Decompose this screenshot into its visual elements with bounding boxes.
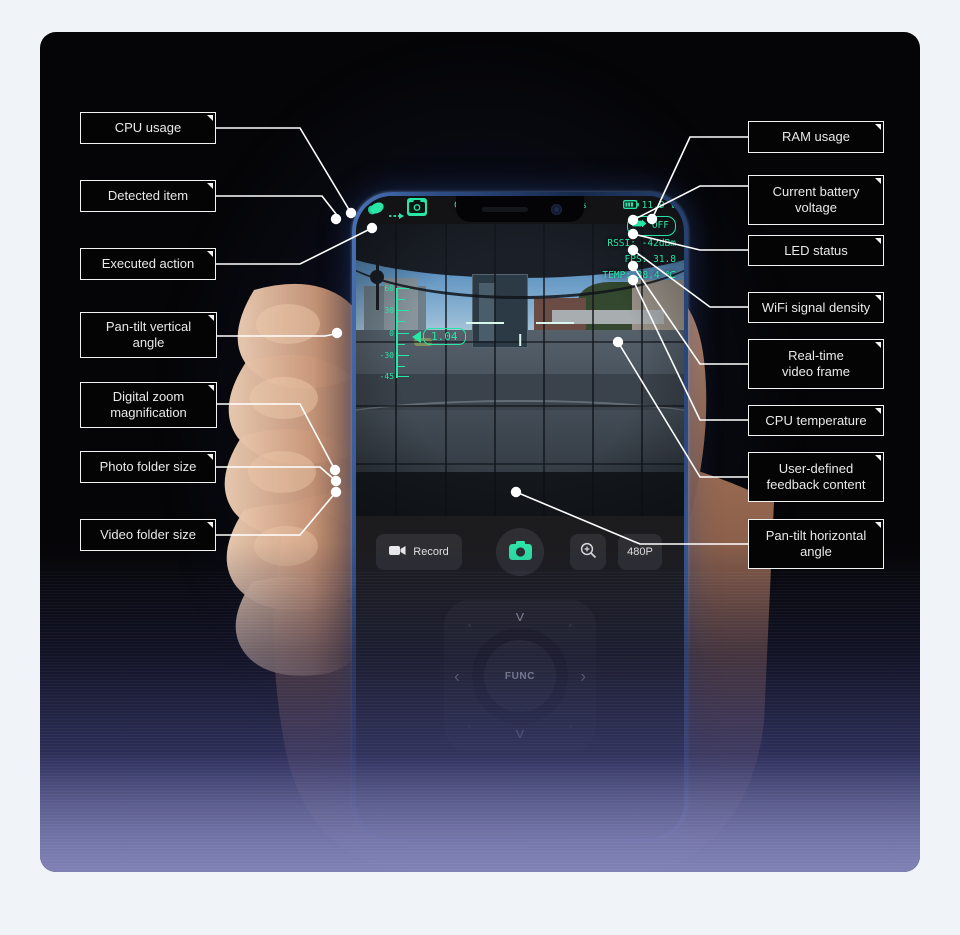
label-detected-item-text: Detected item (107, 188, 189, 203)
label-wifi-signal-density: WiFi signal density (748, 292, 884, 323)
led-row: OFF (602, 215, 676, 236)
earpiece-speaker (482, 207, 528, 212)
label-current-battery-voltage: Current battery voltage (748, 175, 884, 225)
tilt-tick-neg45: -45 (379, 372, 394, 381)
dashed-arrow-icon (389, 205, 405, 224)
led-status-value: OFF (651, 220, 669, 231)
label-cpu-temperature: CPU temperature (748, 405, 884, 436)
label-digital-zoom-magnification: Digital zoom magnification (80, 382, 217, 428)
led-lamp-icon (631, 218, 649, 234)
label-executed-action-text: Executed action (101, 256, 195, 271)
corner-notch-icon (875, 178, 881, 184)
label-ram-usage-text: RAM usage (782, 129, 850, 144)
label-digital-zoom-magnification-text: Digital zoom magnification (110, 389, 187, 420)
battery-row: 11.9 V (602, 198, 676, 215)
label-video-folder-size: Video folder size (80, 519, 216, 551)
crosshair-reticle (466, 312, 574, 346)
label-real-time-video-frame: Real-time video frame (748, 339, 884, 389)
label-user-defined-feedback-content: User-defined feedback content (748, 452, 884, 502)
battery-voltage-value: 11.9 V (641, 200, 676, 211)
label-led-status-text: LED status (784, 242, 848, 258)
label-cpu-usage: CPU usage (80, 112, 216, 144)
label-detected-item: Detected item (80, 180, 216, 212)
digital-zoom-magnification-badge: 1.04 (412, 328, 466, 345)
corner-notch-icon (875, 455, 881, 461)
label-real-time-video-frame-text: Real-time video frame (782, 348, 850, 379)
battery-icon (622, 199, 639, 215)
label-pan-tilt-vertical-angle-text: Pan-tilt vertical angle (105, 319, 192, 350)
rssi-value: RSSI: -42dBm (607, 238, 676, 249)
corner-notch-icon (207, 183, 213, 189)
label-user-defined-feedback-content-text: User-defined feedback content (766, 461, 866, 492)
led-status-chip: OFF (626, 216, 676, 236)
label-photo-folder-size: Photo folder size (80, 451, 216, 483)
corner-notch-icon (875, 238, 881, 244)
corner-notch-icon (208, 385, 214, 391)
corner-notch-icon (207, 251, 213, 257)
tilt-tick-30: 30 (384, 306, 394, 315)
cpu-temperature-value: TEMP: 38.4 ℃ (602, 270, 676, 281)
label-photo-folder-size-text: Photo folder size (99, 459, 197, 474)
front-camera (551, 204, 562, 215)
corner-notch-icon (207, 454, 213, 460)
corner-notch-icon (207, 115, 213, 121)
hud-right-column: 11.9 V OFF RSSI: -42dBm FPS: 31.8 TEMP: … (602, 198, 676, 284)
corner-notch-icon (875, 342, 881, 348)
executed-action-camera-icon (407, 198, 427, 216)
tilt-tick-neg30: -30 (379, 351, 394, 360)
phone-notch (456, 196, 584, 222)
label-wifi-signal-density-text: WiFi signal density (761, 299, 871, 315)
detected-item-icon (366, 199, 386, 221)
label-cpu-temperature-text: CPU temperature (765, 412, 867, 428)
scanline-texture (40, 572, 920, 872)
label-pan-tilt-horizontal-angle: Pan-tilt horizontal angle (748, 519, 884, 569)
zoom-value: 1.04 (423, 328, 466, 345)
corner-notch-icon (875, 295, 881, 301)
label-led-status: LED status (748, 235, 884, 266)
corner-notch-icon (207, 522, 213, 528)
corner-notch-icon (208, 315, 214, 321)
label-executed-action: Executed action (80, 248, 216, 280)
zoom-pointer-icon (412, 330, 421, 343)
label-current-battery-voltage-text: Current battery voltage (772, 184, 860, 215)
tilt-tick-60: 60 (384, 284, 394, 293)
corner-notch-icon (875, 124, 881, 130)
label-video-folder-size-text: Video folder size (100, 527, 196, 542)
corner-notch-icon (875, 522, 881, 528)
fps-value: FPS: 31.8 (624, 254, 676, 265)
corner-notch-icon (875, 408, 881, 414)
label-cpu-usage-text: CPU usage (114, 120, 182, 135)
label-ram-usage: RAM usage (748, 121, 884, 153)
tilt-tick-0: 0 (389, 329, 394, 338)
label-pan-tilt-vertical-angle: Pan-tilt vertical angle (80, 312, 217, 358)
label-pan-tilt-horizontal-angle-text: Pan-tilt horizontal angle (765, 528, 867, 559)
screenshot-root: CPU: 22.3% RAM: 14.5% (0, 0, 960, 935)
